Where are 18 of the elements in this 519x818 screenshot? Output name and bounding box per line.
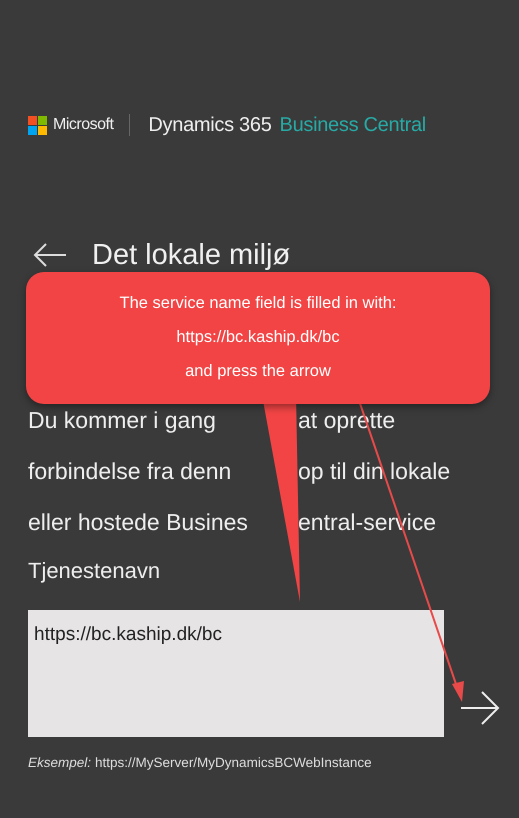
next-button[interactable] xyxy=(460,689,500,727)
example-label: Eksempel: xyxy=(28,755,92,770)
product-name: Dynamics 365 xyxy=(148,114,272,136)
logo-icon xyxy=(28,116,47,134)
intro-text: eller hostede Busines xyxy=(28,508,249,537)
intro-text: forbindelse fra denn xyxy=(28,457,232,486)
brand-name: Microsoft xyxy=(53,116,114,134)
service-name-field[interactable]: https://bc.kaship.dk/bc xyxy=(28,610,444,737)
page-title: Det lokale miljø xyxy=(92,238,290,272)
intro-text: Du kommer i gang xyxy=(28,406,217,435)
product-name-accent: Business Central xyxy=(280,114,426,136)
back-arrow-icon xyxy=(32,241,68,269)
field-label: Tjenestenavn xyxy=(28,558,162,585)
callout-bubble: The service name field is filled in with: https://bc.kaship.dk/bc and press the arrow xyxy=(26,272,490,404)
example-text: https://MyServer/MyDynamicsBCWebInstance xyxy=(95,755,372,770)
intro-text: op til din lokale xyxy=(298,457,452,486)
arrow-right-icon xyxy=(460,689,500,727)
back-button[interactable] xyxy=(32,241,68,269)
